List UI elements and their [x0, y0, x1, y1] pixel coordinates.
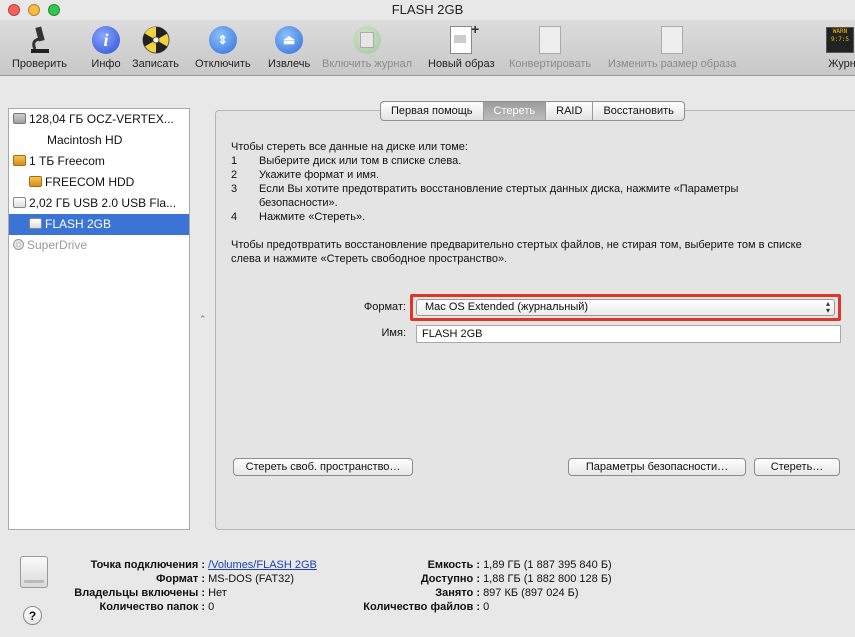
- instruction-step: 1 Выберите диск или том в списке слева.: [231, 155, 462, 167]
- info-folder-count: Количество папок : 0: [99, 601, 215, 613]
- eject-icon: ⏏: [273, 24, 305, 56]
- sidebar-item-freecom-hdd[interactable]: FREECOM HDD: [9, 172, 189, 193]
- format-label: Формат:: [363, 301, 406, 313]
- toolbar: Проверить i Инфо Записать ⇕ Отключить ⏏ …: [0, 20, 855, 76]
- info-file-count: Количество файлов : 0: [363, 601, 490, 613]
- sidebar-item-freecom[interactable]: 1 ТБ Freecom: [9, 151, 189, 172]
- tab-first-aid[interactable]: Первая помощь: [381, 102, 484, 120]
- format-select[interactable]: Mac OS Extended (журнальный) ▴ ▾: [416, 299, 835, 316]
- window-title: FLASH 2GB: [391, 2, 464, 17]
- name-field[interactable]: FLASH 2GB: [416, 325, 841, 343]
- zoom-window-button[interactable]: [48, 4, 60, 16]
- log-icon: WARN 9:7:5: [826, 24, 855, 56]
- erase-instructions: Чтобы стереть все данные на диске или то…: [231, 140, 821, 266]
- burn-icon: [140, 24, 172, 56]
- info-capacity: Емкость : 1,89 ГБ (1 887 395 840 Б): [427, 559, 612, 571]
- info-available: Доступно : 1,88 ГБ (1 882 800 128 Б): [420, 573, 612, 585]
- mount-point-link[interactable]: /Volumes/FLASH 2GB: [208, 559, 317, 571]
- erase-button[interactable]: Стереть…: [754, 458, 840, 476]
- new-image-icon: +: [445, 21, 479, 56]
- tab-bar: Первая помощь Стереть RAID Восстановить: [380, 101, 685, 121]
- eject-button[interactable]: ⏏ Извлечь: [268, 24, 310, 70]
- sidebar-item-flash-2gb[interactable]: FLASH 2GB: [9, 214, 189, 235]
- resize-icon: [656, 24, 688, 56]
- info-button[interactable]: i Инфо: [90, 24, 122, 70]
- log-button[interactable]: WARN 9:7:5 Журн: [826, 24, 855, 70]
- convert-icon: [534, 24, 566, 56]
- instructions-intro: Чтобы стереть все данные на диске или то…: [231, 141, 468, 153]
- select-arrows-icon: ▴ ▾: [825, 299, 830, 315]
- usb-drive-icon: [29, 218, 42, 229]
- info-icon: i: [90, 24, 122, 56]
- resize-image-button[interactable]: Изменить размер образа: [608, 24, 736, 70]
- journal-icon: [351, 24, 383, 56]
- optical-drive-icon: [13, 239, 24, 250]
- tab-restore[interactable]: Восстановить: [593, 102, 683, 120]
- minimize-window-button[interactable]: [28, 4, 40, 16]
- splitter-handle-icon[interactable]: ⌃: [199, 314, 207, 325]
- erase-free-space-button[interactable]: Стереть своб. пространство…: [233, 458, 413, 476]
- unmount-icon: ⇕: [207, 24, 239, 56]
- tab-raid[interactable]: RAID: [546, 102, 594, 120]
- security-options-button[interactable]: Параметры безопасности…: [568, 458, 746, 476]
- enable-journal-button[interactable]: Включить журнал: [322, 24, 412, 70]
- info-mount-point: Точка подключения : /Volumes/FLASH 2GB: [90, 559, 317, 571]
- sidebar-item-superdrive[interactable]: SuperDrive: [9, 235, 189, 256]
- device-list: 128,04 ГБ OCZ-VERTEX... Macintosh HD 1 Т…: [8, 108, 190, 530]
- info-owners: Владельцы включены : Нет: [74, 587, 227, 599]
- external-drive-icon: [29, 176, 42, 187]
- sidebar-item-usb-flash[interactable]: 2,02 ГБ USB 2.0 USB Fla...: [9, 193, 189, 214]
- format-highlight: Mac OS Extended (журнальный) ▴ ▾: [410, 294, 841, 321]
- title-bar: FLASH 2GB: [0, 0, 855, 20]
- name-label: Имя:: [381, 327, 406, 339]
- sidebar-item-ocz-vertex[interactable]: 128,04 ГБ OCZ-VERTEX...: [9, 109, 189, 130]
- burn-button[interactable]: Записать: [132, 24, 179, 70]
- free-space-note: Чтобы предотвратить восстановление предв…: [231, 239, 802, 265]
- external-drive-icon: [13, 155, 26, 166]
- usb-drive-icon: [13, 197, 26, 208]
- verify-button[interactable]: Проверить: [12, 24, 67, 70]
- new-image-button[interactable]: + Новый образ: [428, 21, 495, 70]
- instruction-step: 4 Нажмите «Стереть».: [231, 211, 366, 223]
- close-window-button[interactable]: [8, 4, 20, 16]
- tab-erase[interactable]: Стереть: [483, 102, 547, 120]
- unmount-button[interactable]: ⇕ Отключить: [195, 24, 251, 70]
- info-format: Формат : MS-DOS (FAT32): [156, 573, 295, 585]
- instruction-step: 3 Если Вы хотите предотвратить восстановл…: [231, 183, 739, 209]
- hdd-icon: [13, 113, 26, 124]
- sidebar-item-macintosh-hd[interactable]: Macintosh HD: [9, 130, 189, 151]
- microscope-icon: [24, 24, 56, 56]
- instruction-step: 2 Укажите формат и имя.: [231, 169, 379, 181]
- convert-button[interactable]: Конвертировать: [509, 24, 591, 70]
- info-used: Занято : 897 КБ (897 024 Б): [435, 587, 579, 599]
